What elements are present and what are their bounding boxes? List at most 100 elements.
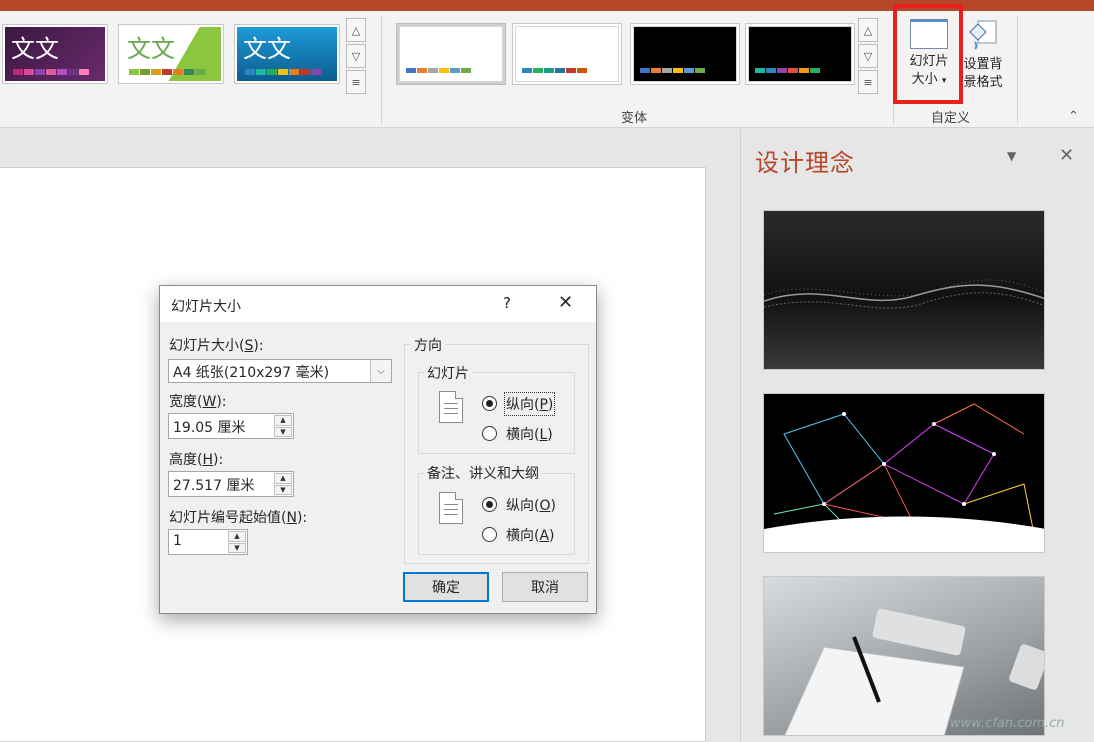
color-swatch xyxy=(256,69,266,75)
numbering-label: 幻灯片编号起始值(N): xyxy=(169,510,308,526)
increment-icon[interactable]: ▲ xyxy=(228,531,246,542)
height-stepper[interactable]: 27.517 厘米 ▲ ▼ xyxy=(168,471,294,497)
variants-gallery-scroll: △ ▽ ≡ xyxy=(858,18,878,98)
color-swatch xyxy=(267,69,277,75)
color-swatch xyxy=(777,68,787,73)
color-swatch xyxy=(289,69,299,75)
help-button[interactable]: ? xyxy=(503,294,511,312)
height-value: 27.517 厘米 xyxy=(173,478,255,494)
slide-size-label: 幻灯片大小(S): xyxy=(169,338,264,354)
color-swatch xyxy=(566,68,576,73)
color-swatch xyxy=(439,68,449,73)
variants-group-label: 变体 xyxy=(621,111,648,126)
slides-landscape-radio[interactable] xyxy=(482,426,497,441)
decrement-icon[interactable]: ▼ xyxy=(274,484,292,495)
variant-thumbnail-2[interactable] xyxy=(512,23,622,85)
width-value: 19.05 厘米 xyxy=(173,420,246,436)
format-background-label-2: 景格式 xyxy=(963,75,1003,90)
color-swatch xyxy=(788,68,798,73)
color-swatch xyxy=(79,69,89,75)
color-swatch xyxy=(140,69,150,75)
highlight-box xyxy=(893,4,963,104)
increment-icon[interactable]: ▲ xyxy=(274,473,292,484)
color-swatch xyxy=(57,69,67,75)
design-idea-2[interactable] xyxy=(763,393,1045,553)
theme-color-swatches xyxy=(13,69,89,75)
design-idea-3[interactable] xyxy=(763,576,1045,736)
variant-thumbnail-3[interactable] xyxy=(630,23,740,85)
dialog-title-bar: 幻灯片大小 ? ✕ xyxy=(160,286,596,322)
slide-size-value: A4 纸张(210x297 毫米) xyxy=(173,365,330,381)
variant-color-swatches xyxy=(755,68,820,73)
theme-color-swatches xyxy=(129,69,205,75)
variant-thumbnail-1[interactable] xyxy=(396,23,506,85)
format-background-button[interactable]: 设置背 景格式 xyxy=(958,13,1008,92)
color-swatch xyxy=(13,69,23,75)
cancel-button[interactable]: 取消 xyxy=(502,572,588,602)
slide-size-select[interactable]: A4 纸张(210x297 毫米) ⌵ xyxy=(168,359,392,383)
theme-preview-text: 文文 xyxy=(243,35,291,63)
numbering-stepper[interactable]: 1 ▲ ▼ xyxy=(168,529,248,555)
group-divider xyxy=(381,16,382,124)
color-swatch xyxy=(577,68,587,73)
slides-portrait-radio[interactable] xyxy=(482,396,497,411)
color-swatch xyxy=(300,69,310,75)
color-swatch xyxy=(766,68,776,73)
color-swatch xyxy=(533,68,543,73)
portrait-page-icon xyxy=(439,492,463,524)
group-divider xyxy=(1017,16,1018,124)
color-swatch xyxy=(173,69,183,75)
slides-landscape-label[interactable]: 横向(L) xyxy=(506,424,553,444)
scroll-up-icon[interactable]: △ xyxy=(346,18,366,42)
color-swatch xyxy=(651,68,661,73)
portrait-page-icon xyxy=(439,391,463,423)
theme-preview-text: 文文 xyxy=(11,35,59,63)
customize-group-label: 自定义 xyxy=(931,111,971,126)
color-swatch xyxy=(162,69,172,75)
format-background-label-1: 设置背 xyxy=(963,57,1003,72)
color-swatch xyxy=(278,69,288,75)
chevron-down-icon[interactable]: ⌵ xyxy=(370,360,391,382)
color-swatch xyxy=(544,68,554,73)
color-swatch xyxy=(245,69,255,75)
design-ideas-pane: 设计理念 ▼ ✕ xyxy=(740,129,1094,742)
slide-size-dialog: 幻灯片大小 ? ✕ 幻灯片大小(S): A4 纸张(210x297 毫米) ⌵ … xyxy=(159,285,597,614)
variant-thumbnail-4[interactable] xyxy=(745,23,855,85)
gallery-more-icon[interactable]: ≡ xyxy=(346,70,366,94)
scroll-down-icon[interactable]: ▽ xyxy=(346,44,366,68)
themes-gallery-scroll: △ ▽ ≡ xyxy=(346,18,366,98)
width-stepper[interactable]: 19.05 厘米 ▲ ▼ xyxy=(168,413,294,439)
decrement-icon[interactable]: ▼ xyxy=(274,426,292,437)
notes-group-label: 备注、讲义和大纲 xyxy=(424,463,542,483)
color-swatch xyxy=(311,69,321,75)
close-icon[interactable]: ✕ xyxy=(1059,145,1074,166)
notes-landscape-radio[interactable] xyxy=(482,527,497,542)
color-swatch xyxy=(428,68,438,73)
color-swatch xyxy=(129,69,139,75)
notes-portrait-label[interactable]: 纵向(O) xyxy=(506,495,556,515)
notes-landscape-label[interactable]: 横向(A) xyxy=(506,525,555,545)
color-swatch xyxy=(662,68,672,73)
pane-options-icon[interactable]: ▼ xyxy=(1007,149,1016,163)
close-icon[interactable]: ✕ xyxy=(558,292,573,313)
slides-portrait-label[interactable]: 纵向(P) xyxy=(503,392,556,416)
color-swatch xyxy=(799,68,809,73)
color-swatch xyxy=(68,69,78,75)
design-idea-1[interactable] xyxy=(763,210,1045,370)
color-swatch xyxy=(640,68,650,73)
color-swatch xyxy=(461,68,471,73)
variant-color-swatches xyxy=(522,68,587,73)
scroll-up-icon[interactable]: △ xyxy=(858,18,878,42)
theme-thumbnail-2[interactable]: 文文 xyxy=(118,24,224,84)
color-swatch xyxy=(673,68,683,73)
theme-thumbnail-3[interactable]: 文文 xyxy=(234,24,340,84)
gallery-more-icon[interactable]: ≡ xyxy=(858,70,878,94)
theme-thumbnail-1[interactable]: 文文 xyxy=(2,24,108,84)
collapse-ribbon-icon[interactable]: ⌃ xyxy=(1068,109,1079,124)
increment-icon[interactable]: ▲ xyxy=(274,415,292,426)
scroll-down-icon[interactable]: ▽ xyxy=(858,44,878,68)
ok-button[interactable]: 确定 xyxy=(403,572,489,602)
decrement-icon[interactable]: ▼ xyxy=(228,542,246,553)
variant-color-swatches xyxy=(406,68,471,73)
notes-portrait-radio[interactable] xyxy=(482,497,497,512)
